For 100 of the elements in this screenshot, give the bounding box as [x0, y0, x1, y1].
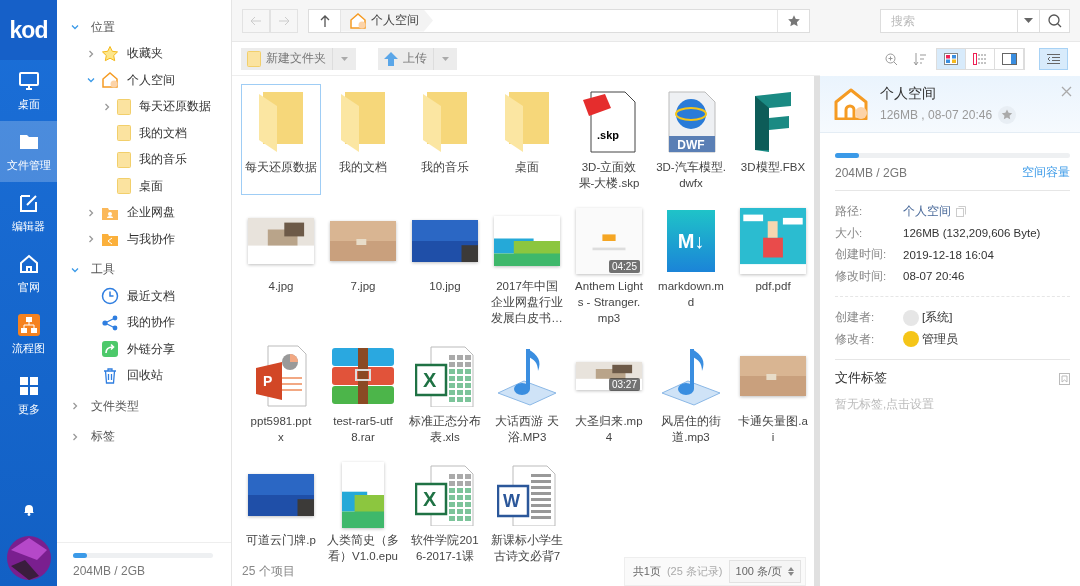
tree-item[interactable]: 收藏夹 — [57, 40, 231, 67]
tree-item-label: 我的文档 — [139, 124, 187, 142]
record-count: (25 条记录) — [666, 563, 723, 579]
file-tile[interactable]: 04:25 Anthem Light s - Stranger. mp3 — [569, 203, 649, 330]
markdown-label: M↓ — [677, 229, 705, 253]
property-value: 126MB (132,209,606 Byte) — [903, 227, 1041, 240]
expand-icon[interactable] — [71, 432, 79, 441]
duration-label: 04:25 — [608, 260, 640, 273]
expand-icon[interactable] — [87, 235, 95, 244]
file-tile[interactable]: X 标准正态分布 表.xls — [405, 338, 485, 449]
property-label: 修改者: — [835, 331, 876, 347]
logo[interactable]: kod — [0, 0, 57, 60]
file-tile[interactable]: .skp 3D-立面效 果-大楼.skp — [569, 84, 649, 195]
search-field[interactable]: 搜索 — [880, 8, 1018, 33]
collapse-icon[interactable] — [71, 23, 79, 32]
file-tile[interactable]: DWF 3D-汽车模型. dwfx — [651, 84, 731, 195]
copy-icon[interactable] — [956, 206, 966, 218]
tree-item[interactable]: 我的协作 — [57, 309, 231, 336]
property-value: [系统] — [922, 310, 953, 326]
close-button[interactable] — [1061, 86, 1072, 97]
file-tile[interactable]: X 软件学院201 6-2017-1课 — [405, 457, 485, 568]
property-value[interactable]: 个人空间 — [903, 204, 951, 220]
file-name: 3D模型.FBX — [740, 160, 806, 175]
folder-icon — [117, 151, 131, 168]
page-size-select[interactable]: 100 条/页 — [728, 559, 801, 583]
nav-label: 文件管理 — [6, 157, 51, 173]
nav-item[interactable]: 桌面 — [0, 60, 57, 121]
collapse-icon[interactable] — [71, 265, 79, 274]
expand-icon[interactable] — [103, 102, 111, 111]
file-tile[interactable]: 大话西游 天 浴.MP3 — [487, 338, 567, 449]
duration-label: 03:27 — [608, 378, 640, 391]
caret-icon — [341, 56, 348, 61]
dropdown-button[interactable] — [1018, 8, 1040, 33]
expand-icon[interactable] — [87, 49, 95, 58]
file-tile[interactable]: 我的音乐 — [405, 84, 485, 195]
user-avatar — [903, 309, 919, 326]
address-bar[interactable]: 个人空间 — [308, 8, 810, 33]
tree-item[interactable]: 桌面 — [57, 173, 231, 200]
file-name: 大圣归来.mp 4 — [575, 414, 643, 445]
search-button[interactable] — [1040, 8, 1070, 33]
expand-icon[interactable] — [71, 402, 79, 411]
file-tile[interactable]: 风居住的街 道.mp3 — [651, 338, 731, 449]
tree-item[interactable]: 我的文档 — [57, 120, 231, 147]
file-tile[interactable]: 7.jpg — [323, 203, 403, 330]
nav-item[interactable]: 编辑器 — [0, 182, 57, 243]
file-tile[interactable]: M↓ markdown.m d — [651, 203, 731, 330]
favorite-button[interactable] — [998, 105, 1017, 124]
breadcrumb[interactable]: 个人空间 — [341, 9, 433, 32]
file-name: 我的文档 — [339, 160, 387, 175]
document-icon — [581, 90, 637, 154]
tree-section[interactable]: 标签 — [57, 423, 231, 450]
file-tile[interactable]: 3D模型.FBX — [733, 84, 813, 195]
search-icon — [1047, 13, 1062, 28]
home-icon — [834, 88, 868, 120]
tree-item[interactable]: 外链分享 — [57, 336, 231, 363]
tree-section[interactable]: 文件类型 — [57, 393, 231, 420]
file-name: 风居住的街 道.mp3 — [661, 414, 721, 445]
nav-item[interactable]: 更多 — [0, 365, 57, 426]
tree-item-label: 个人空间 — [127, 71, 175, 89]
nav-item[interactable]: 官网 — [0, 243, 57, 304]
new-folder-button[interactable]: 新建文件夹 — [241, 47, 332, 70]
collapse-icon[interactable] — [87, 76, 95, 85]
file-tile[interactable]: 03:27 大圣归来.mp 4 — [569, 338, 649, 449]
tree-item[interactable]: 与我协作 — [57, 226, 231, 253]
back-button[interactable] — [242, 8, 270, 33]
bookmark-icon[interactable] — [1059, 372, 1070, 385]
file-tile[interactable]: test-rar5-utf 8.rar — [323, 338, 403, 449]
file-tile[interactable]: W 新课标小学生 古诗文必背7 — [487, 457, 567, 568]
file-tile[interactable]: 每天还原数据 — [241, 84, 321, 195]
tree-item-label: 收藏夹 — [127, 45, 163, 63]
tree-section[interactable]: 工具 — [57, 256, 231, 283]
tree-item[interactable]: 回收站 — [57, 362, 231, 389]
expand-icon[interactable] — [87, 208, 95, 217]
file-tile[interactable]: pdf.pdf — [733, 203, 813, 330]
tree-item[interactable]: 个人空间 — [57, 67, 231, 94]
nav-item[interactable]: 流程图 — [0, 304, 57, 365]
upload-button[interactable]: 上传 — [378, 47, 433, 70]
file-tile[interactable]: 我的文档 — [323, 84, 403, 195]
nav-label: 流程图 — [12, 340, 45, 356]
bell-icon[interactable] — [22, 503, 35, 516]
tree-item[interactable]: 最近文档 — [57, 283, 231, 310]
tree-item[interactable]: 每天还原数据 — [57, 93, 231, 120]
file-name: ppt5981.ppt x — [250, 414, 312, 445]
details-panel-toggle[interactable] — [1039, 48, 1068, 70]
file-type-label: .skp — [597, 129, 619, 141]
tree-item-label: 最近文档 — [127, 287, 175, 305]
file-tile[interactable]: 10.jpg — [405, 203, 485, 330]
file-tile[interactable]: P ppt5981.ppt x — [241, 338, 321, 449]
tree-item[interactable]: 我的音乐 — [57, 146, 231, 173]
file-tile[interactable]: 卡通矢量图.a i — [733, 338, 813, 449]
tree-section[interactable]: 位置 — [57, 14, 231, 41]
file-tile[interactable]: 4.jpg — [241, 203, 321, 330]
forward-button[interactable] — [270, 8, 298, 33]
icon-view-icon — [944, 53, 958, 65]
file-tile[interactable]: 人类简史（多 看）V1.0.epu — [323, 457, 403, 568]
view-mode-button[interactable] — [937, 49, 966, 69]
tree-item[interactable]: 企业网盘 — [57, 199, 231, 226]
avatar[interactable] — [6, 536, 51, 580]
file-tile[interactable]: 桌面 — [487, 84, 567, 195]
file-tile[interactable]: 2017年中国 企业网盘行业 发展白皮书… — [487, 203, 567, 330]
